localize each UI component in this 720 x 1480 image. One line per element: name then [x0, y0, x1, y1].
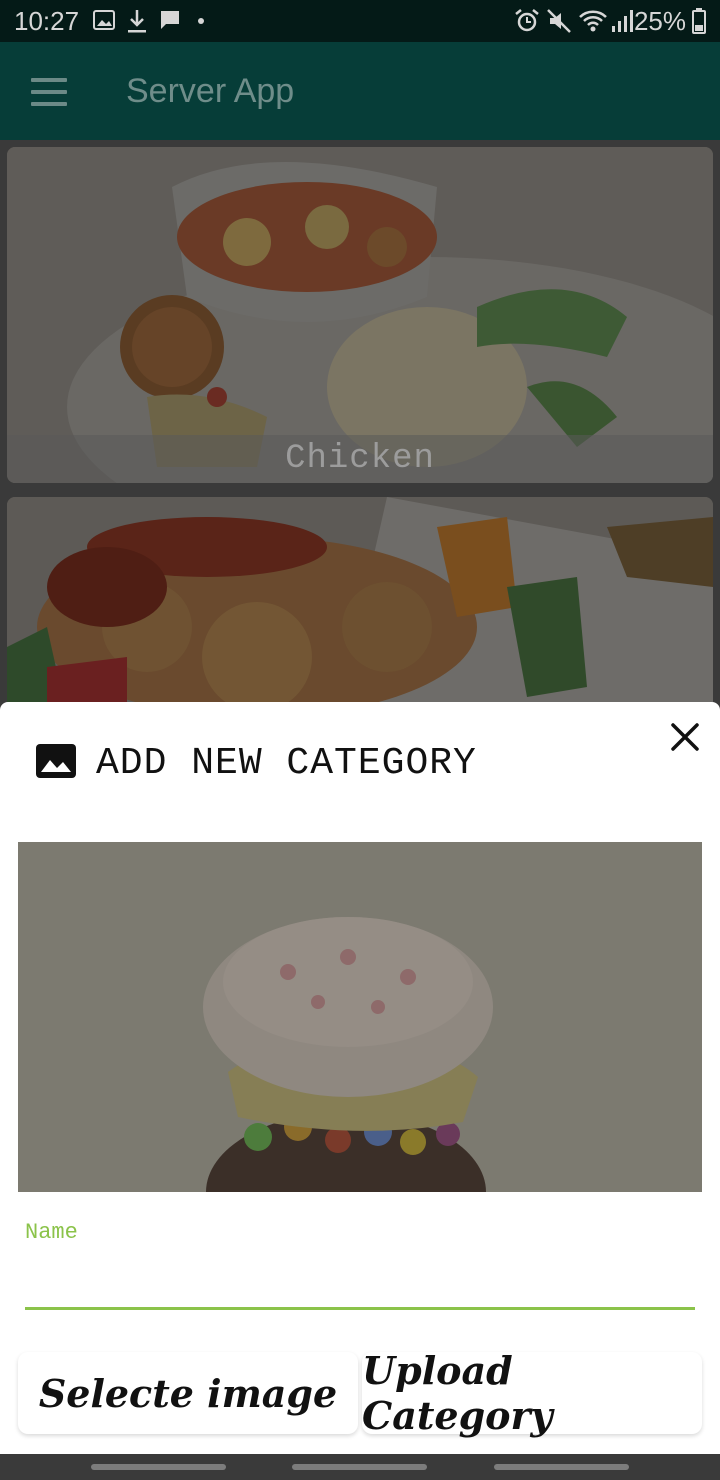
signal-icon	[612, 10, 633, 32]
mute-icon	[547, 9, 571, 33]
image-icon	[36, 744, 76, 778]
name-input[interactable]	[25, 1252, 695, 1310]
image-icon	[93, 10, 115, 30]
download-icon	[128, 10, 146, 33]
close-icon[interactable]	[668, 720, 702, 754]
image-preview	[18, 842, 702, 1192]
nav-recent-button[interactable]	[91, 1464, 226, 1470]
category-card[interactable]: Chicken	[7, 147, 713, 483]
alarm-icon	[515, 9, 539, 32]
hamburger-icon[interactable]	[31, 78, 67, 106]
upload-category-button[interactable]: Upload Category	[362, 1348, 702, 1438]
dot-icon	[198, 18, 204, 24]
category-list: Chicken	[0, 140, 720, 702]
nav-home-button[interactable]	[292, 1464, 427, 1470]
category-label: Chicken	[7, 435, 713, 483]
status-bar: 10:27 25%	[0, 0, 720, 42]
category-card[interactable]	[7, 497, 713, 702]
category-image	[7, 497, 713, 702]
wifi-icon	[579, 10, 607, 32]
nav-back-button[interactable]	[494, 1464, 629, 1470]
preview-image	[18, 842, 702, 1192]
dialog-title: ADD NEW CATEGORY	[96, 742, 477, 785]
battery-percent: 25%	[633, 6, 686, 36]
name-label: Name	[25, 1220, 78, 1245]
app-toolbar: Server App	[0, 42, 720, 140]
navigation-bar	[0, 1454, 720, 1480]
category-image	[7, 147, 713, 483]
battery-icon	[692, 8, 706, 34]
status-time: 10:27	[14, 6, 80, 36]
message-icon	[161, 11, 179, 29]
select-image-button[interactable]: Selecte image	[18, 1352, 358, 1434]
app-title: Server App	[126, 72, 295, 110]
